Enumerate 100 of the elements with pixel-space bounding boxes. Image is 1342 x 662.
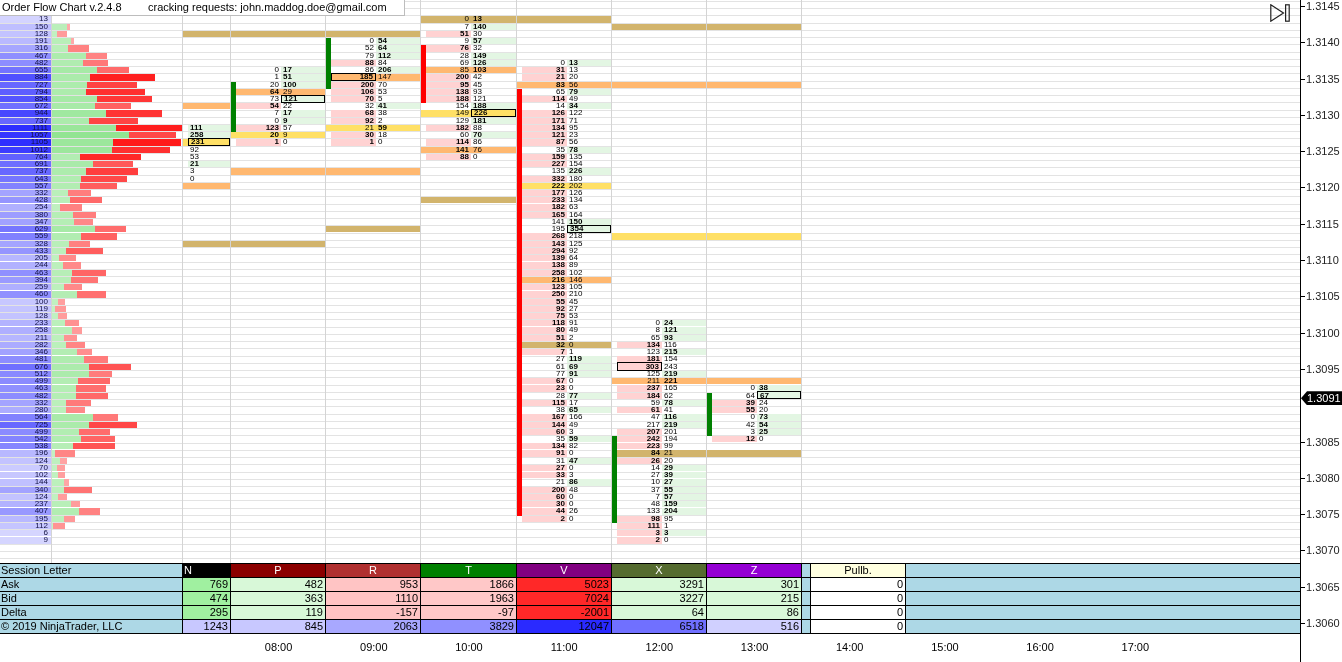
bid-volume: 200 — [331, 81, 376, 88]
bid-volume: 30 — [331, 132, 376, 139]
ask-volume: 63 — [568, 204, 579, 211]
ask-volume: 226 — [567, 168, 611, 175]
ask-volume: 39 — [662, 472, 706, 479]
current-price-marker: 1.3091 — [1301, 391, 1342, 406]
bid-volume: 126 — [522, 110, 567, 117]
bid-volume: 211 — [646, 378, 661, 385]
bid-volume: 332 — [522, 175, 567, 182]
delta-value: -2001 — [517, 606, 612, 620]
ask-volume: 3 — [189, 168, 196, 175]
bid-volume: 207 — [617, 428, 662, 435]
bid-volume: 59 — [651, 399, 661, 407]
profile-volume: 347 — [0, 218, 51, 227]
bid-volume: 52 — [364, 45, 375, 52]
bid-volume: 88 — [331, 59, 376, 67]
ask-volume: 53 — [189, 153, 200, 161]
profile-volume: 259 — [0, 284, 51, 292]
price-label: 1.3100 — [1306, 326, 1340, 339]
time-label: 12:00 — [645, 641, 674, 655]
time-label: 17:00 — [1121, 641, 1150, 655]
profile-volume: 100 — [0, 298, 51, 306]
ask-volume: 23 — [568, 132, 579, 139]
ask-volume: 125 — [568, 240, 584, 247]
ask-volume: 13 — [567, 59, 611, 67]
bid-volume: 141 — [550, 218, 566, 226]
profile-volume: 499 — [0, 378, 51, 386]
bid-volume: 75 — [522, 313, 567, 320]
bid-volume: 133 — [645, 508, 661, 515]
bid-volume: 0 — [273, 117, 280, 124]
bid-volume: 165 — [522, 211, 567, 218]
bid-volume: 106 — [331, 88, 376, 95]
bid-volume: 79 — [364, 52, 375, 59]
bid-volume: 185 — [331, 72, 376, 82]
profile-volume: 512 — [0, 370, 51, 379]
ask-volume: 0 — [568, 378, 575, 385]
ask-value: 3291 — [612, 578, 707, 592]
profile-volume: 725 — [0, 421, 51, 429]
row-label: Session Letter — [0, 564, 183, 578]
volume-value: 845 — [231, 620, 326, 634]
profile-volume: 340 — [0, 486, 51, 494]
ask-volume: 0 — [568, 493, 574, 501]
ask-volume: 59 — [377, 124, 388, 132]
ask-volume: 22 — [282, 103, 293, 110]
session-letter: N — [183, 564, 231, 578]
pullback-value: 0 — [811, 620, 906, 634]
ask-volume: 41 — [376, 103, 420, 110]
bid-value: 215 — [707, 592, 802, 606]
ask-volume: 21 — [663, 450, 674, 457]
profile-volume: 643 — [0, 175, 51, 183]
ask-value: 953 — [326, 578, 421, 592]
ask-volume: 116 — [662, 414, 706, 421]
bid-volume: 86 — [365, 67, 375, 74]
ask-volume: 9 — [281, 117, 325, 124]
ask-volume: 181 — [471, 117, 516, 124]
bid-volume: 60 — [460, 132, 470, 139]
profile-volume: 672 — [0, 103, 51, 111]
ask-volume: 121 — [281, 94, 325, 103]
skip-to-end-icon[interactable] — [1270, 4, 1290, 22]
bid-volume: 80 — [522, 327, 567, 334]
bid-volume: 21 — [364, 124, 375, 132]
price-label: 1.3130 — [1306, 108, 1340, 121]
bid-volume: 64 — [269, 88, 280, 95]
ask-volume: 17 — [568, 399, 579, 407]
ask-volume: 24 — [662, 320, 706, 327]
bid-volume: 138 — [426, 88, 471, 95]
ask-volume: 78 — [662, 399, 706, 407]
bid-volume: 77 — [555, 370, 566, 378]
bid-volume: 0 — [463, 16, 470, 23]
ask-volume: 54 — [757, 421, 801, 428]
bid-volume: 92 — [522, 305, 567, 312]
bid-volume: 47 — [650, 414, 661, 421]
ask-volume: 0 — [568, 464, 574, 472]
ask-volume: 95 — [568, 124, 579, 132]
profile-volume: 191 — [0, 38, 51, 46]
ask-volume: 150 — [567, 218, 611, 226]
bid-volume: 171 — [522, 117, 567, 124]
bid-volume: 0 — [749, 414, 756, 421]
ask-volume: 54 — [376, 38, 420, 45]
profile-volume: 332 — [0, 190, 51, 198]
bid-volume: 98 — [617, 515, 662, 522]
pullback-header: Pullb. — [811, 564, 906, 578]
bid-volume: 7 — [522, 349, 567, 356]
bid-value: 1110 — [326, 592, 421, 606]
bid-volume: 2 — [617, 537, 662, 544]
delta-value: -97 — [421, 606, 517, 620]
profile-volume: 128 — [0, 313, 51, 321]
price-label: 1.3060 — [1306, 617, 1340, 630]
ask-volume: 71 — [568, 117, 579, 124]
profile-volume: 691 — [0, 161, 51, 169]
bid-volume: 21 — [522, 74, 567, 81]
ask-volume: 206 — [376, 67, 420, 74]
price-label: 1.3065 — [1306, 580, 1340, 593]
ask-volume: 100 — [281, 81, 325, 88]
time-label: 10:00 — [455, 641, 483, 655]
ask-volume: 69 — [567, 363, 611, 370]
profile-volume: 144 — [0, 479, 51, 487]
profile-volume: 407 — [0, 508, 51, 516]
bid-volume: 31 — [555, 457, 566, 464]
ask-volume: 92 — [568, 247, 578, 255]
